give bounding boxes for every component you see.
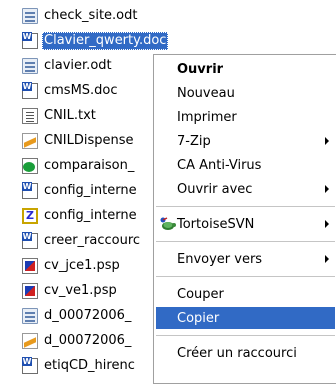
psp-file-icon	[22, 258, 38, 274]
menu-item-label: 7-Zip	[177, 133, 211, 149]
menu-item-ca-antivirus[interactable]: CA Anti-Virus	[156, 154, 335, 176]
menu-item-label: Ouvrir avec	[177, 181, 253, 197]
file-name: clavier.odt	[44, 58, 112, 73]
tortoise-icon	[160, 217, 176, 230]
z-file-icon	[22, 208, 38, 224]
word-doc-icon	[22, 82, 38, 99]
menu-item-label: Copier	[177, 310, 220, 326]
file-item-d-00072006-1[interactable]: d_00072006_	[22, 306, 133, 326]
file-name: cv_jce1.psp	[44, 258, 120, 273]
odt-file-icon	[22, 58, 38, 74]
file-item-cv-ve1[interactable]: cv_ve1.psp	[22, 281, 119, 301]
menu-separator	[156, 335, 335, 336]
html-file-icon	[22, 158, 38, 174]
submenu-arrow-icon	[325, 185, 329, 193]
psp-file-icon	[22, 283, 38, 299]
menu-item-nouveau[interactable]: Nouveau	[156, 82, 335, 104]
menu-separator	[156, 206, 335, 207]
file-item-check-site[interactable]: check_site.odt	[22, 6, 139, 26]
file-item-config-interne-2[interactable]: config_interne	[22, 206, 139, 226]
submenu-arrow-icon	[325, 255, 329, 263]
file-name: CNIL.txt	[44, 108, 96, 123]
odt-file-icon	[22, 8, 38, 24]
file-name: etiqCD_hirenc	[44, 358, 135, 373]
menu-item-label: Couper	[177, 286, 224, 302]
menu-item-label: Ouvrir	[177, 61, 224, 77]
menu-separator	[156, 241, 335, 242]
file-item-cv-jce1[interactable]: cv_jce1.psp	[22, 256, 122, 276]
file-name: cmsMS.doc	[44, 83, 118, 98]
file-name: creer_raccourc	[44, 233, 141, 248]
menu-item-label: Envoyer vers	[177, 251, 263, 267]
file-name: CNILDispense	[44, 133, 134, 148]
menu-item-label: Imprimer	[177, 109, 237, 125]
file-item-clavier-qwerty[interactable]: Clavier_qwerty.doc	[22, 31, 169, 51]
menu-item-ouvrir-avec[interactable]: Ouvrir avec	[156, 178, 335, 200]
word-doc-icon	[22, 32, 38, 49]
pdf-file-icon	[22, 133, 38, 149]
file-item-comparaison[interactable]: comparaison_	[22, 156, 136, 176]
file-name: Clavier_qwerty.doc	[42, 32, 169, 50]
file-item-creer-raccourc[interactable]: creer_raccourc	[22, 231, 142, 251]
menu-item-tortoisesvn[interactable]: TortoiseSVN	[156, 213, 335, 235]
file-item-cmsms[interactable]: cmsMS.doc	[22, 81, 120, 101]
menu-item-ouvrir[interactable]: Ouvrir	[156, 58, 335, 80]
word-doc-icon	[22, 357, 38, 374]
menu-item-couper[interactable]: Couper	[156, 283, 335, 305]
file-name: config_interne	[44, 208, 137, 223]
odt-file-icon	[22, 308, 38, 324]
file-item-cnil-txt[interactable]: CNIL.txt	[22, 106, 98, 126]
menu-item-creer-raccourci[interactable]: Créer un raccourci	[156, 342, 335, 364]
menu-item-envoyer-vers[interactable]: Envoyer vers	[156, 248, 335, 270]
file-item-config-interne-1[interactable]: config_interne	[22, 181, 139, 201]
context-menu: Ouvrir Nouveau Imprimer 7-Zip CA Anti-Vi…	[153, 54, 336, 384]
text-file-icon	[22, 108, 38, 124]
file-item-clavier-odt[interactable]: clavier.odt	[22, 56, 114, 76]
file-name: check_site.odt	[44, 8, 138, 23]
file-name: cv_ve1.psp	[44, 283, 117, 298]
submenu-arrow-icon	[325, 137, 329, 145]
file-item-d-00072006-2[interactable]: d_00072006_	[22, 331, 133, 351]
menu-item-copier[interactable]: Copier	[156, 307, 335, 329]
file-item-cnildispense[interactable]: CNILDispense	[22, 131, 136, 151]
menu-item-imprimer[interactable]: Imprimer	[156, 106, 335, 128]
word-doc-icon	[22, 232, 38, 249]
word-doc-icon	[22, 182, 38, 199]
file-name: d_00072006_	[44, 333, 132, 348]
file-name: comparaison_	[44, 158, 135, 173]
file-name: d_00072006_	[44, 308, 132, 323]
menu-item-7zip[interactable]: 7-Zip	[156, 130, 335, 152]
file-item-etiqcd-hirenc[interactable]: etiqCD_hirenc	[22, 356, 137, 376]
menu-item-label: Nouveau	[177, 85, 235, 101]
menu-separator	[156, 276, 335, 277]
menu-item-label: Créer un raccourci	[177, 345, 297, 361]
menu-item-label: CA Anti-Virus	[177, 157, 262, 173]
file-name: config_interne	[44, 183, 137, 198]
pdf-file-icon	[22, 333, 38, 349]
menu-item-label: TortoiseSVN	[177, 216, 255, 232]
submenu-arrow-icon	[325, 220, 329, 228]
